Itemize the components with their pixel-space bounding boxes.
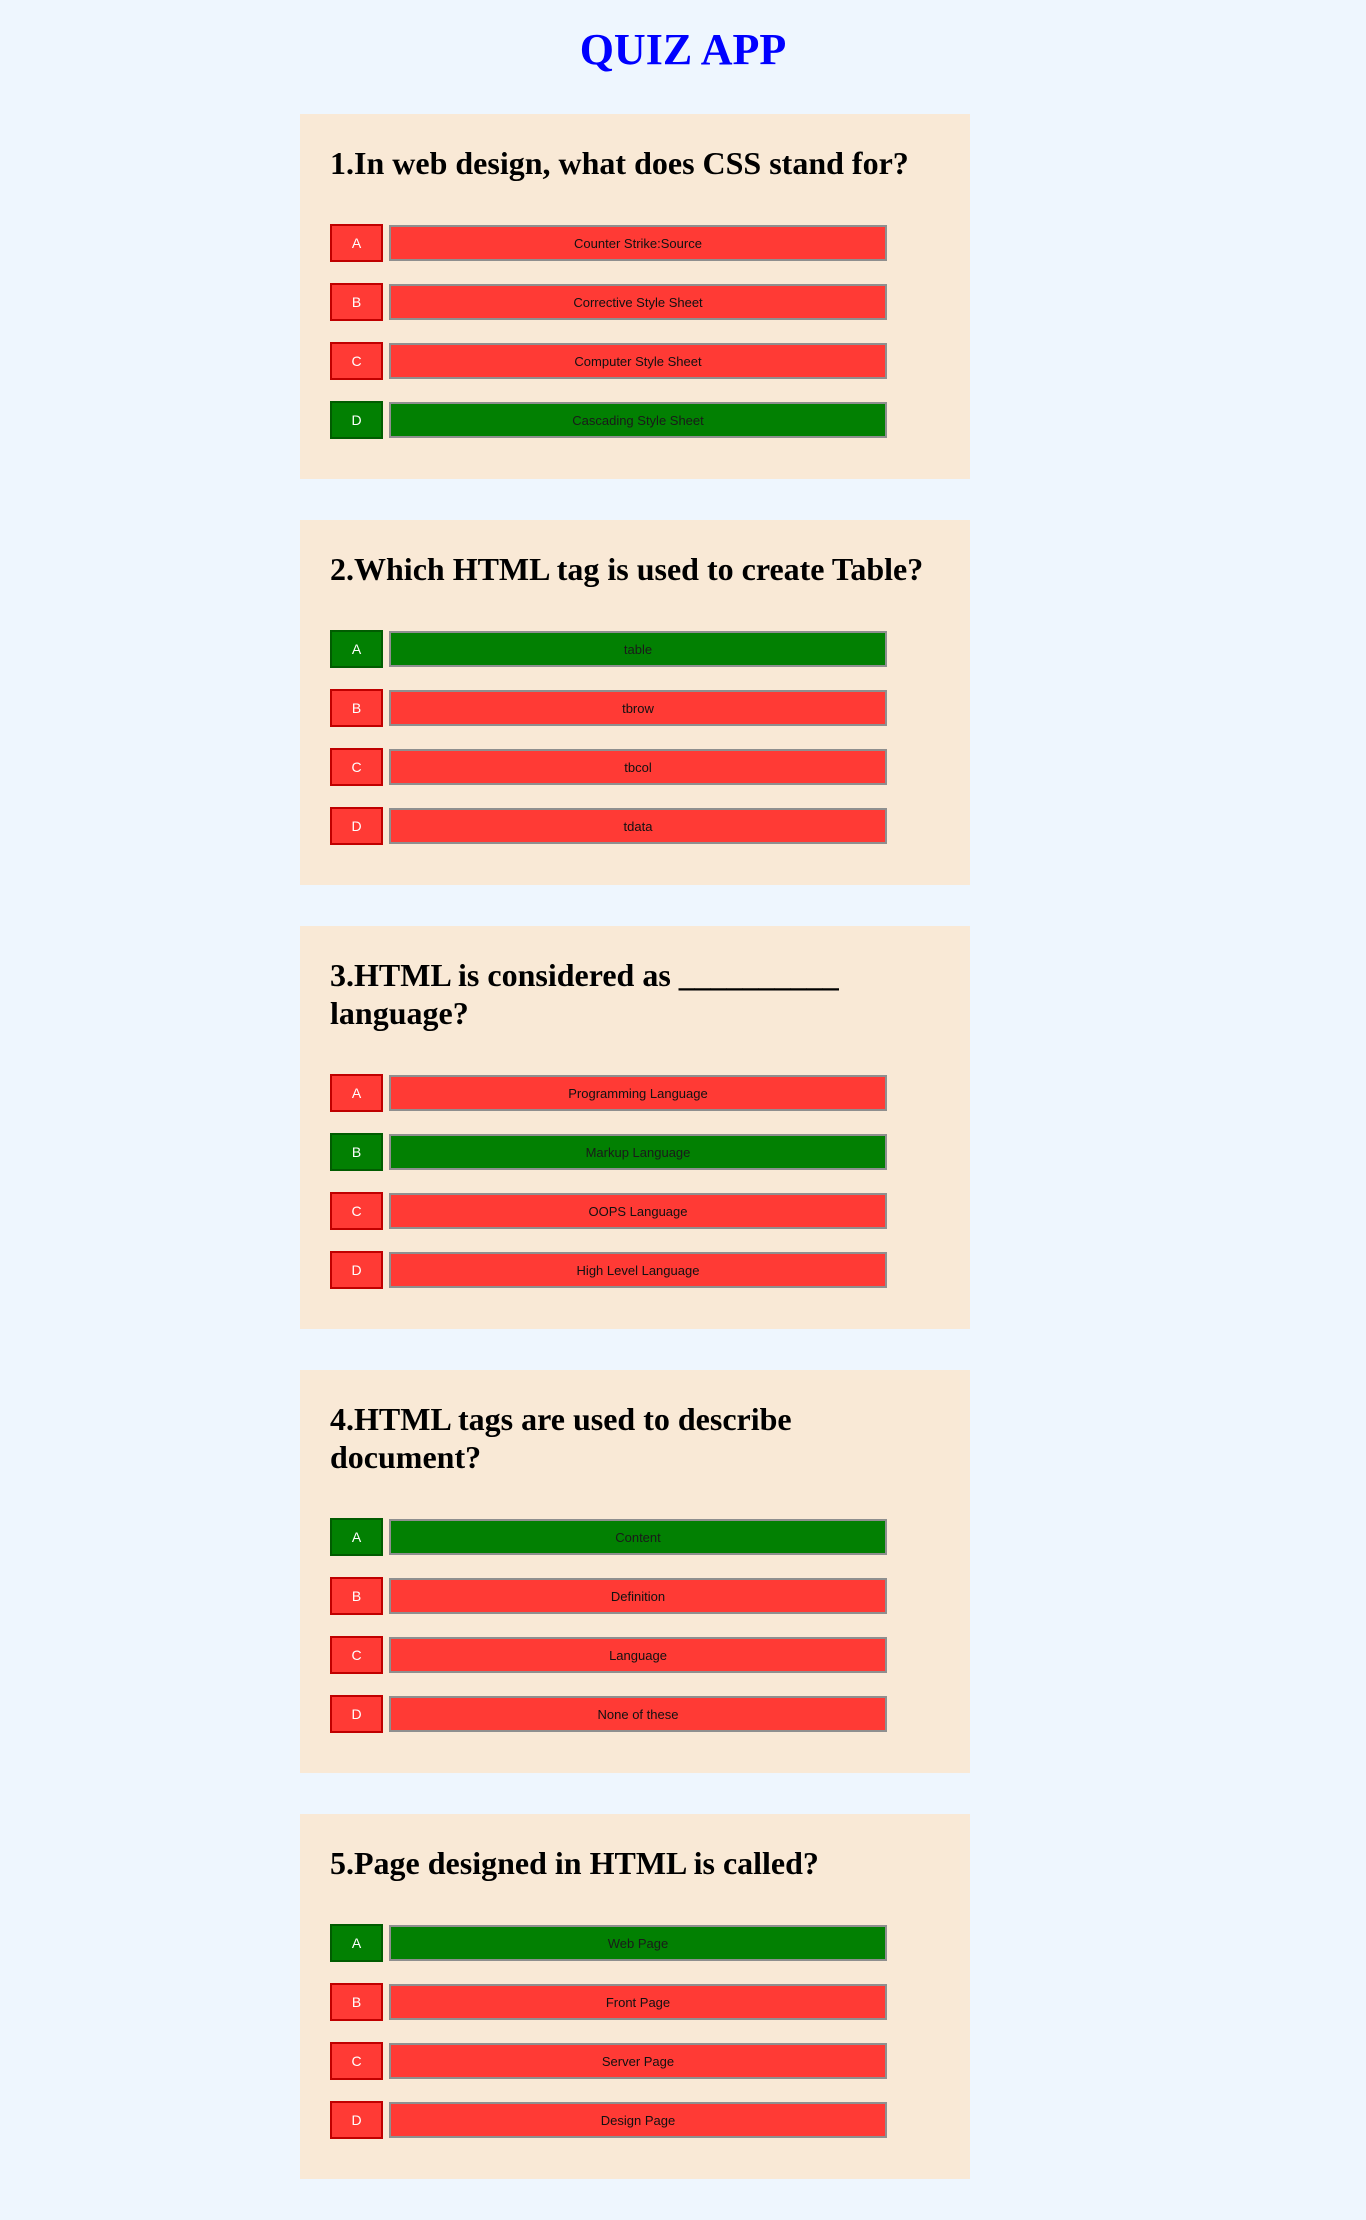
question-text: 5.Page designed in HTML is called?: [330, 1845, 819, 1881]
option-letter-c[interactable]: C: [330, 748, 383, 786]
option-row: D Cascading Style Sheet: [330, 401, 940, 439]
options-list: A table B tbrow C tbcol D tdata: [330, 630, 940, 845]
question-text: 3.HTML is considered as __________ langu…: [330, 957, 839, 1031]
option-button-a[interactable]: Counter Strike:Source: [389, 225, 887, 261]
option-row: D None of these: [330, 1695, 940, 1733]
option-row: B Markup Language: [330, 1133, 940, 1171]
option-letter-d[interactable]: D: [330, 1695, 383, 1733]
option-letter-c[interactable]: C: [330, 1636, 383, 1674]
option-letter-a[interactable]: A: [330, 1518, 383, 1556]
options-list: A Web Page B Front Page C Server Page D …: [330, 1924, 940, 2139]
option-letter-a[interactable]: A: [330, 630, 383, 668]
options-list: A Programming Language B Markup Language…: [330, 1074, 940, 1289]
question-card-2: 2.Which HTML tag is used to create Table…: [300, 520, 970, 885]
question-card-3: 3.HTML is considered as __________ langu…: [300, 926, 970, 1329]
option-row: D tdata: [330, 807, 940, 845]
question-card-1: 1.In web design, what does CSS stand for…: [300, 114, 970, 479]
option-row: A Content: [330, 1518, 940, 1556]
option-button-c[interactable]: tbcol: [389, 749, 887, 785]
option-button-a[interactable]: Web Page: [389, 1925, 887, 1961]
option-button-c[interactable]: OOPS Language: [389, 1193, 887, 1229]
option-button-b[interactable]: Definition: [389, 1578, 887, 1614]
option-letter-d[interactable]: D: [330, 807, 383, 845]
option-button-b[interactable]: Markup Language: [389, 1134, 887, 1170]
option-row: C Language: [330, 1636, 940, 1674]
option-row: D High Level Language: [330, 1251, 940, 1289]
option-button-c[interactable]: Server Page: [389, 2043, 887, 2079]
question-card-4: 4.HTML tags are used to describe documen…: [300, 1370, 970, 1773]
question-text: 1.In web design, what does CSS stand for…: [330, 145, 909, 181]
options-list: A Content B Definition C Language D None…: [330, 1518, 940, 1733]
option-row: C OOPS Language: [330, 1192, 940, 1230]
option-letter-b[interactable]: B: [330, 1133, 383, 1171]
option-button-c[interactable]: Language: [389, 1637, 887, 1673]
option-row: B Front Page: [330, 1983, 940, 2021]
option-button-d[interactable]: Design Page: [389, 2102, 887, 2138]
option-button-c[interactable]: Computer Style Sheet: [389, 343, 887, 379]
option-row: C Server Page: [330, 2042, 940, 2080]
option-letter-c[interactable]: C: [330, 342, 383, 380]
option-letter-b[interactable]: B: [330, 1577, 383, 1615]
option-row: C Computer Style Sheet: [330, 342, 940, 380]
option-button-d[interactable]: High Level Language: [389, 1252, 887, 1288]
option-letter-d[interactable]: D: [330, 2101, 383, 2139]
option-row: A Programming Language: [330, 1074, 940, 1112]
option-button-d[interactable]: Cascading Style Sheet: [389, 402, 887, 438]
option-letter-a[interactable]: A: [330, 1924, 383, 1962]
options-list: A Counter Strike:Source B Corrective Sty…: [330, 224, 940, 439]
option-letter-a[interactable]: A: [330, 1074, 383, 1112]
option-button-a[interactable]: table: [389, 631, 887, 667]
app-title: QUIZ APP: [579, 25, 787, 74]
option-row: B tbrow: [330, 689, 940, 727]
option-button-b[interactable]: Corrective Style Sheet: [389, 284, 887, 320]
option-row: A table: [330, 630, 940, 668]
option-row: B Corrective Style Sheet: [330, 283, 940, 321]
option-button-d[interactable]: None of these: [389, 1696, 887, 1732]
option-row: D Design Page: [330, 2101, 940, 2139]
option-row: B Definition: [330, 1577, 940, 1615]
option-letter-c[interactable]: C: [330, 2042, 383, 2080]
option-row: A Web Page: [330, 1924, 940, 1962]
question-card-5: 5.Page designed in HTML is called? A Web…: [300, 1814, 970, 2179]
option-letter-b[interactable]: B: [330, 689, 383, 727]
option-letter-b[interactable]: B: [330, 283, 383, 321]
option-button-b[interactable]: tbrow: [389, 690, 887, 726]
option-button-a[interactable]: Content: [389, 1519, 887, 1555]
option-letter-c[interactable]: C: [330, 1192, 383, 1230]
option-button-b[interactable]: Front Page: [389, 1984, 887, 2020]
question-text: 2.Which HTML tag is used to create Table…: [330, 551, 924, 587]
option-row: C tbcol: [330, 748, 940, 786]
option-letter-b[interactable]: B: [330, 1983, 383, 2021]
question-list: 1.In web design, what does CSS stand for…: [300, 114, 970, 2220]
option-button-d[interactable]: tdata: [389, 808, 887, 844]
option-row: A Counter Strike:Source: [330, 224, 940, 262]
option-button-a[interactable]: Programming Language: [389, 1075, 887, 1111]
option-letter-d[interactable]: D: [330, 401, 383, 439]
option-letter-d[interactable]: D: [330, 1251, 383, 1289]
question-text: 4.HTML tags are used to describe documen…: [330, 1401, 792, 1475]
option-letter-a[interactable]: A: [330, 224, 383, 262]
